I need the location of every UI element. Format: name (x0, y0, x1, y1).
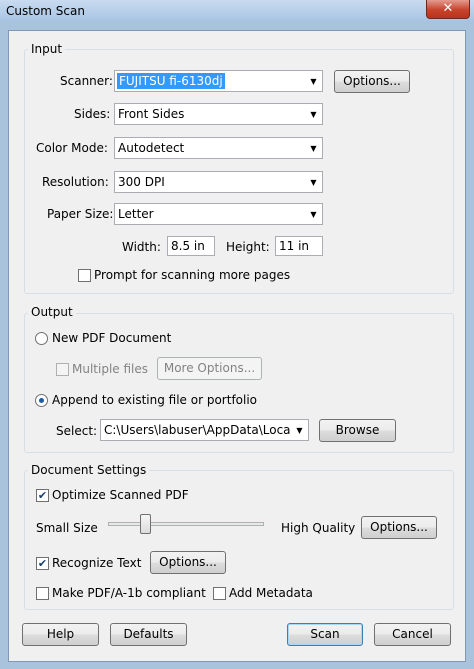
quality-slider-thumb[interactable] (139, 514, 151, 534)
document-settings-title: Document Settings (28, 463, 150, 477)
defaults-button[interactable]: Defaults (110, 623, 187, 646)
recognize-options-button[interactable]: Options... (150, 551, 226, 574)
scanner-label: Scanner: (60, 74, 113, 88)
color-mode-dropdown[interactable]: Autodetect ▼ (114, 137, 323, 159)
window-title: Custom Scan (6, 4, 85, 18)
paper-size-value: Letter (118, 207, 154, 221)
recognize-text-checkbox[interactable]: ✔ (36, 557, 49, 570)
height-label: Height: (226, 240, 270, 254)
check-icon: ✔ (37, 557, 48, 570)
color-mode-label: Color Mode: (36, 141, 108, 155)
scan-button[interactable]: Scan (287, 623, 363, 646)
chevron-down-icon: ▼ (310, 109, 317, 119)
prompt-more-pages-label: Prompt for scanning more pages (94, 268, 291, 282)
scanner-dropdown[interactable]: FUJITSU fi-6130dj ▼ (114, 70, 323, 92)
sides-dropdown[interactable]: Front Sides ▼ (114, 103, 323, 125)
scanner-options-button[interactable]: Options... (334, 70, 410, 93)
width-value: 8.5 in (171, 239, 205, 253)
paper-size-label: Paper Size: (47, 207, 114, 221)
resolution-label: Resolution: (42, 175, 109, 189)
resolution-value: 300 DPI (118, 175, 165, 189)
select-path-dropdown[interactable]: C:\Users\labuser\AppData\Local\Ten ▼ (100, 419, 309, 441)
more-options-button[interactable]: More Options... (157, 357, 262, 380)
paper-size-dropdown[interactable]: Letter ▼ (114, 203, 323, 225)
multiple-files-checkbox[interactable] (56, 363, 69, 376)
optimize-checkbox[interactable]: ✔ (36, 489, 49, 502)
chevron-down-icon: ▼ (310, 177, 317, 187)
prompt-more-pages-checkbox[interactable] (78, 269, 91, 282)
resolution-dropdown[interactable]: 300 DPI ▼ (114, 171, 323, 193)
close-button[interactable]: ✕ (426, 0, 470, 19)
input-group-title: Input (28, 42, 66, 56)
high-quality-label: High Quality (281, 521, 356, 535)
sides-label: Sides: (74, 107, 111, 121)
color-mode-value: Autodetect (118, 141, 185, 155)
add-metadata-label: Add Metadata (229, 586, 313, 600)
scanner-value: FUJITSU fi-6130dj (117, 73, 225, 89)
select-path-value: C:\Users\labuser\AppData\Local\Ten (104, 423, 290, 437)
optimize-options-button[interactable]: Options... (361, 516, 437, 539)
height-value: 11 in (279, 239, 310, 253)
chevron-down-icon: ▼ (310, 143, 317, 153)
width-input[interactable]: 8.5 in (167, 236, 215, 256)
help-button[interactable]: Help (22, 623, 99, 646)
new-pdf-label: New PDF Document (52, 331, 172, 345)
multiple-files-label: Multiple files (72, 362, 149, 376)
height-input[interactable]: 11 in (275, 236, 323, 256)
check-icon: ✔ (37, 489, 48, 502)
add-metadata-checkbox[interactable] (213, 587, 226, 600)
chevron-down-icon: ▼ (296, 425, 303, 435)
sides-value: Front Sides (118, 107, 185, 121)
close-icon: ✕ (442, 1, 454, 16)
browse-button[interactable]: Browse (319, 419, 396, 442)
cancel-button[interactable]: Cancel (374, 623, 451, 646)
recognize-text-label: Recognize Text (52, 556, 142, 570)
pdfa-checkbox[interactable] (36, 587, 49, 600)
pdfa-label: Make PDF/A-1b compliant (52, 586, 206, 600)
select-label: Select: (56, 424, 98, 438)
append-existing-label: Append to existing file or portfolio (52, 393, 258, 407)
append-existing-radio[interactable] (35, 394, 48, 407)
small-size-label: Small Size (36, 521, 98, 535)
optimize-label: Optimize Scanned PDF (52, 488, 189, 502)
quality-slider-track[interactable] (108, 522, 264, 526)
width-label: Width: (122, 240, 161, 254)
output-group-title: Output (28, 305, 76, 319)
new-pdf-radio[interactable] (35, 332, 48, 345)
chevron-down-icon: ▼ (310, 76, 317, 86)
chevron-down-icon: ▼ (310, 209, 317, 219)
